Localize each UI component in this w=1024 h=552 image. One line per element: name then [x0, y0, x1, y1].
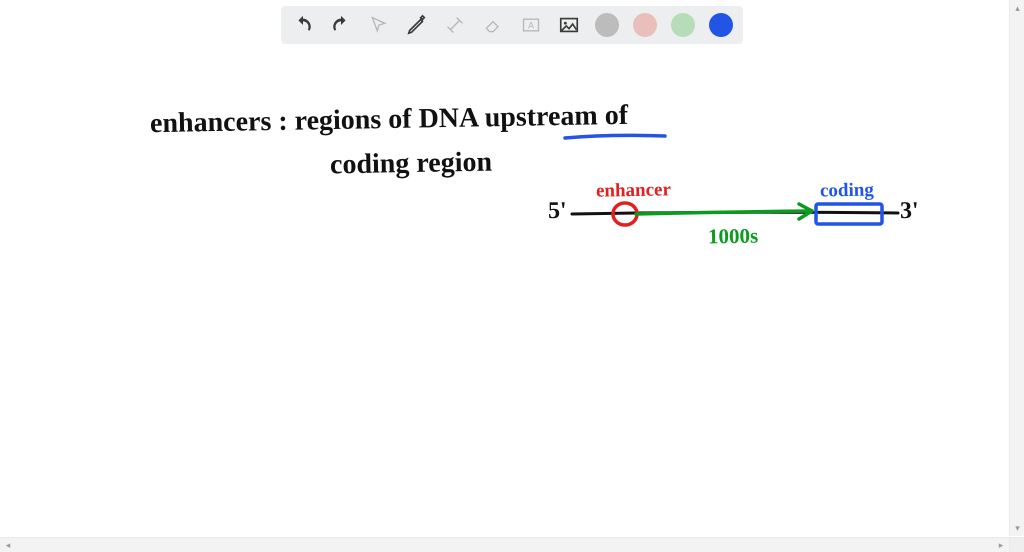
eraser-tool[interactable] [481, 13, 505, 37]
underline-upstream [0, 0, 1024, 552]
color-blue[interactable] [709, 13, 733, 37]
color-gray[interactable] [595, 13, 619, 37]
redo-button[interactable] [329, 13, 353, 37]
whiteboard-canvas[interactable]: A enhancers : regions of DNA upstream of… [0, 0, 1024, 552]
tools-menu[interactable] [443, 13, 467, 37]
undo-button[interactable] [291, 13, 315, 37]
scroll-up-icon[interactable]: ▴ [1010, 0, 1024, 16]
horizontal-scrollbar[interactable]: ◂ ▸ [0, 537, 1009, 552]
scroll-left-icon[interactable]: ◂ [0, 538, 16, 552]
color-pink[interactable] [633, 13, 657, 37]
svg-text:A: A [528, 20, 535, 30]
dna-diagram [0, 0, 1024, 552]
enhancer-label: enhancer [596, 179, 671, 202]
coding-label: coding [820, 180, 874, 203]
scroll-right-icon[interactable]: ▸ [993, 538, 1009, 552]
scroll-corner [1009, 537, 1024, 552]
annotation-line-2: coding region [330, 147, 493, 182]
image-tool[interactable] [557, 13, 581, 37]
annotation-line-1: enhancers : regions of DNA upstream of [150, 100, 629, 140]
pointer-tool[interactable] [367, 13, 391, 37]
five-prime-label: 5' [548, 198, 567, 225]
scroll-down-icon[interactable]: ▾ [1010, 520, 1024, 536]
three-prime-label: 3' [900, 198, 919, 225]
color-green[interactable] [671, 13, 695, 37]
toolbar: A [281, 6, 743, 44]
pen-tool[interactable] [405, 13, 429, 37]
textbox-tool[interactable]: A [519, 13, 543, 37]
distance-label: 1000s [708, 224, 759, 250]
vertical-scrollbar[interactable]: ▴ ▾ [1009, 0, 1024, 536]
